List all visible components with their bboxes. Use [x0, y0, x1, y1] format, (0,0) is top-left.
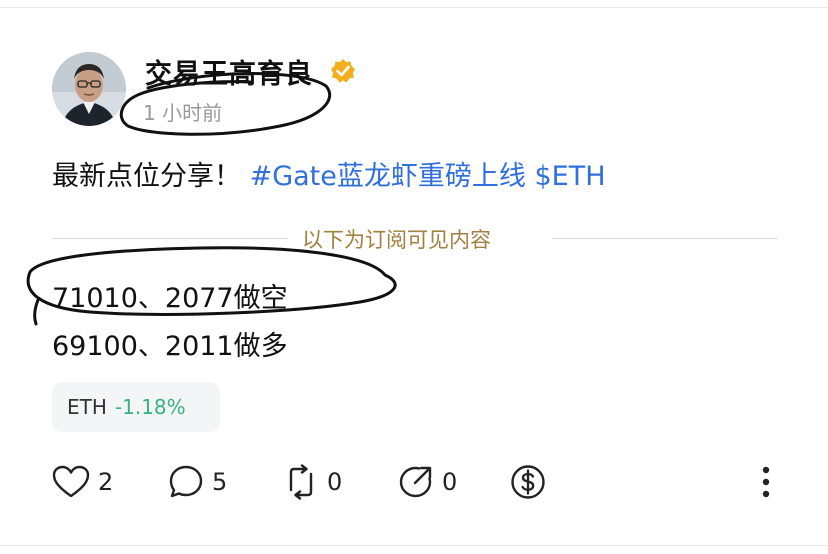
repost-icon — [289, 464, 313, 500]
post-hashtag-link[interactable]: #Gate蓝龙虾重磅上线 $ETH — [250, 161, 606, 192]
action-bar: 2 5 0 0 — [0, 458, 828, 506]
comment-icon — [169, 465, 203, 498]
post-time: 1 小时前 — [143, 101, 223, 125]
like-count: 2 — [98, 468, 114, 496]
ticker-chip[interactable]: ETH -1.18% — [52, 382, 220, 432]
heart-icon — [52, 465, 90, 498]
post-content-text: 最新点位分享！ — [52, 161, 241, 192]
more-vertical-icon[interactable] — [756, 462, 776, 502]
bottom-separator — [0, 545, 828, 554]
verified-badge-icon — [331, 59, 355, 83]
tip-dollar-icon — [511, 465, 545, 499]
share-icon — [399, 466, 432, 498]
trading-point-short: 71010、2077做空 — [52, 283, 288, 314]
divider-line-right — [552, 238, 778, 239]
trading-point-long: 69100、2011做多 — [52, 331, 288, 362]
comment-count: 5 — [212, 468, 228, 496]
share-count: 0 — [442, 468, 458, 496]
divider-line-left — [52, 238, 288, 239]
repost-count: 0 — [327, 468, 343, 496]
post-content: 最新点位分享！ #Gate蓝龙虾重磅上线 $ETH — [52, 154, 606, 193]
repost-button[interactable]: 0 — [283, 458, 342, 506]
top-separator — [0, 0, 828, 8]
avatar[interactable] — [52, 52, 126, 126]
comment-button[interactable]: 5 — [168, 458, 227, 506]
like-button[interactable]: 2 — [52, 458, 113, 506]
subscriber-divider-label: 以下为订阅可见内容 — [302, 228, 491, 252]
avatar-portrait — [52, 52, 126, 126]
ticker-symbol: ETH — [67, 395, 107, 419]
tip-button[interactable] — [510, 458, 546, 506]
share-button[interactable]: 0 — [398, 458, 457, 506]
author-name[interactable]: 交易王高育良 — [145, 52, 313, 91]
ticker-change: -1.18% — [114, 395, 186, 419]
